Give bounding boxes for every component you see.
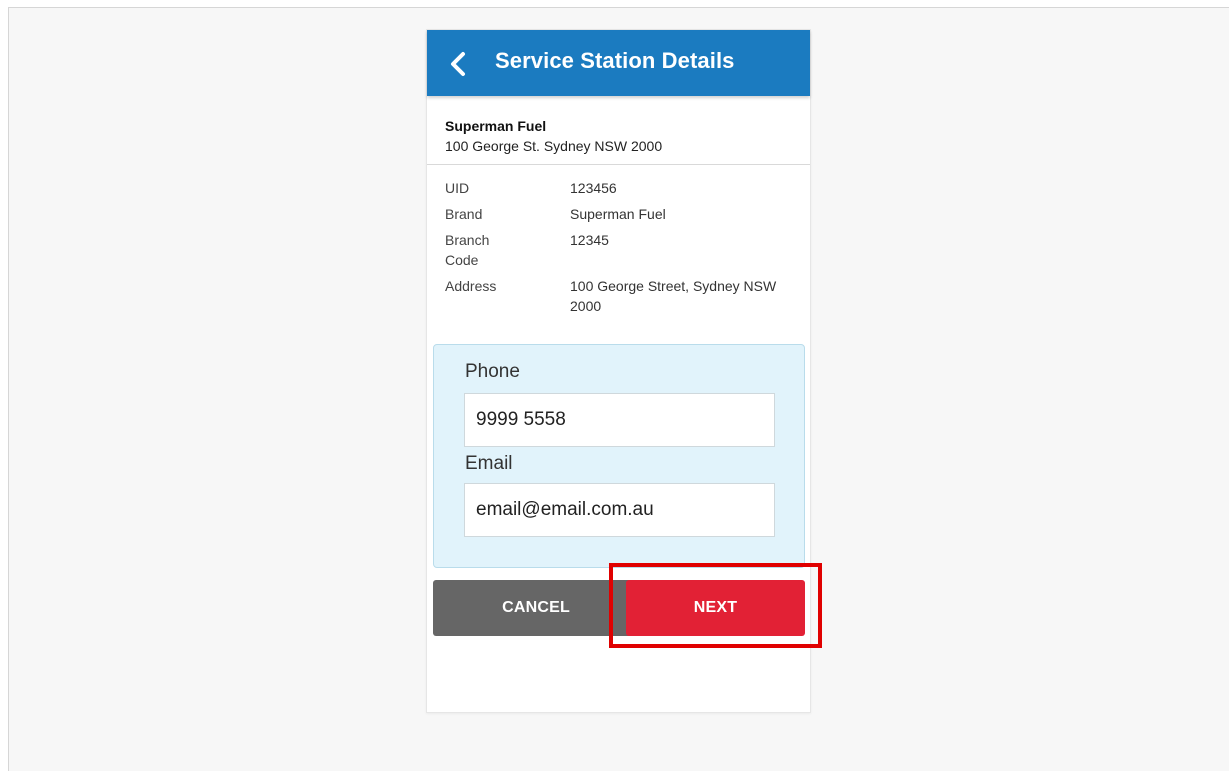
detail-row-uid: UID 123456 — [445, 178, 795, 198]
detail-row-address: Address 100 George Street, Sydney NSW 20… — [445, 276, 795, 316]
station-name: Superman Fuel — [445, 118, 547, 134]
phone-input[interactable] — [464, 393, 775, 447]
detail-value: 12345 — [570, 232, 609, 248]
chevron-left-icon — [451, 52, 465, 76]
email-label: Email — [465, 453, 513, 474]
contact-form: Phone Email — [433, 344, 805, 568]
app-bar: Service Station Details — [427, 30, 810, 96]
detail-row-brand: Brand Superman Fuel — [445, 204, 795, 224]
station-details-list: UID 123456 Brand Superman Fuel Branch Co… — [445, 178, 795, 322]
station-summary: Superman Fuel 100 George St. Sydney NSW … — [427, 96, 810, 165]
detail-label: Address — [445, 278, 497, 294]
detail-value: 123456 — [570, 180, 617, 196]
phone-label: Phone — [465, 361, 520, 382]
email-input[interactable] — [464, 483, 775, 537]
detail-value: 100 George Street, Sydney NSW 2000 — [570, 278, 777, 314]
cancel-button[interactable]: CANCEL — [433, 580, 639, 636]
mobile-screen: Service Station Details Superman Fuel 10… — [426, 29, 811, 713]
back-button[interactable] — [439, 44, 479, 84]
station-address: 100 George St. Sydney NSW 2000 — [445, 138, 663, 154]
next-button[interactable]: NEXT — [626, 580, 805, 636]
page-title: Service Station Details — [495, 48, 735, 73]
detail-row-branch-code: Branch Code 12345 — [445, 230, 795, 270]
detail-value: Superman Fuel — [570, 206, 666, 222]
detail-label: Brand — [445, 206, 483, 222]
detail-label: UID — [445, 180, 470, 196]
detail-label: Branch Code — [445, 232, 490, 268]
